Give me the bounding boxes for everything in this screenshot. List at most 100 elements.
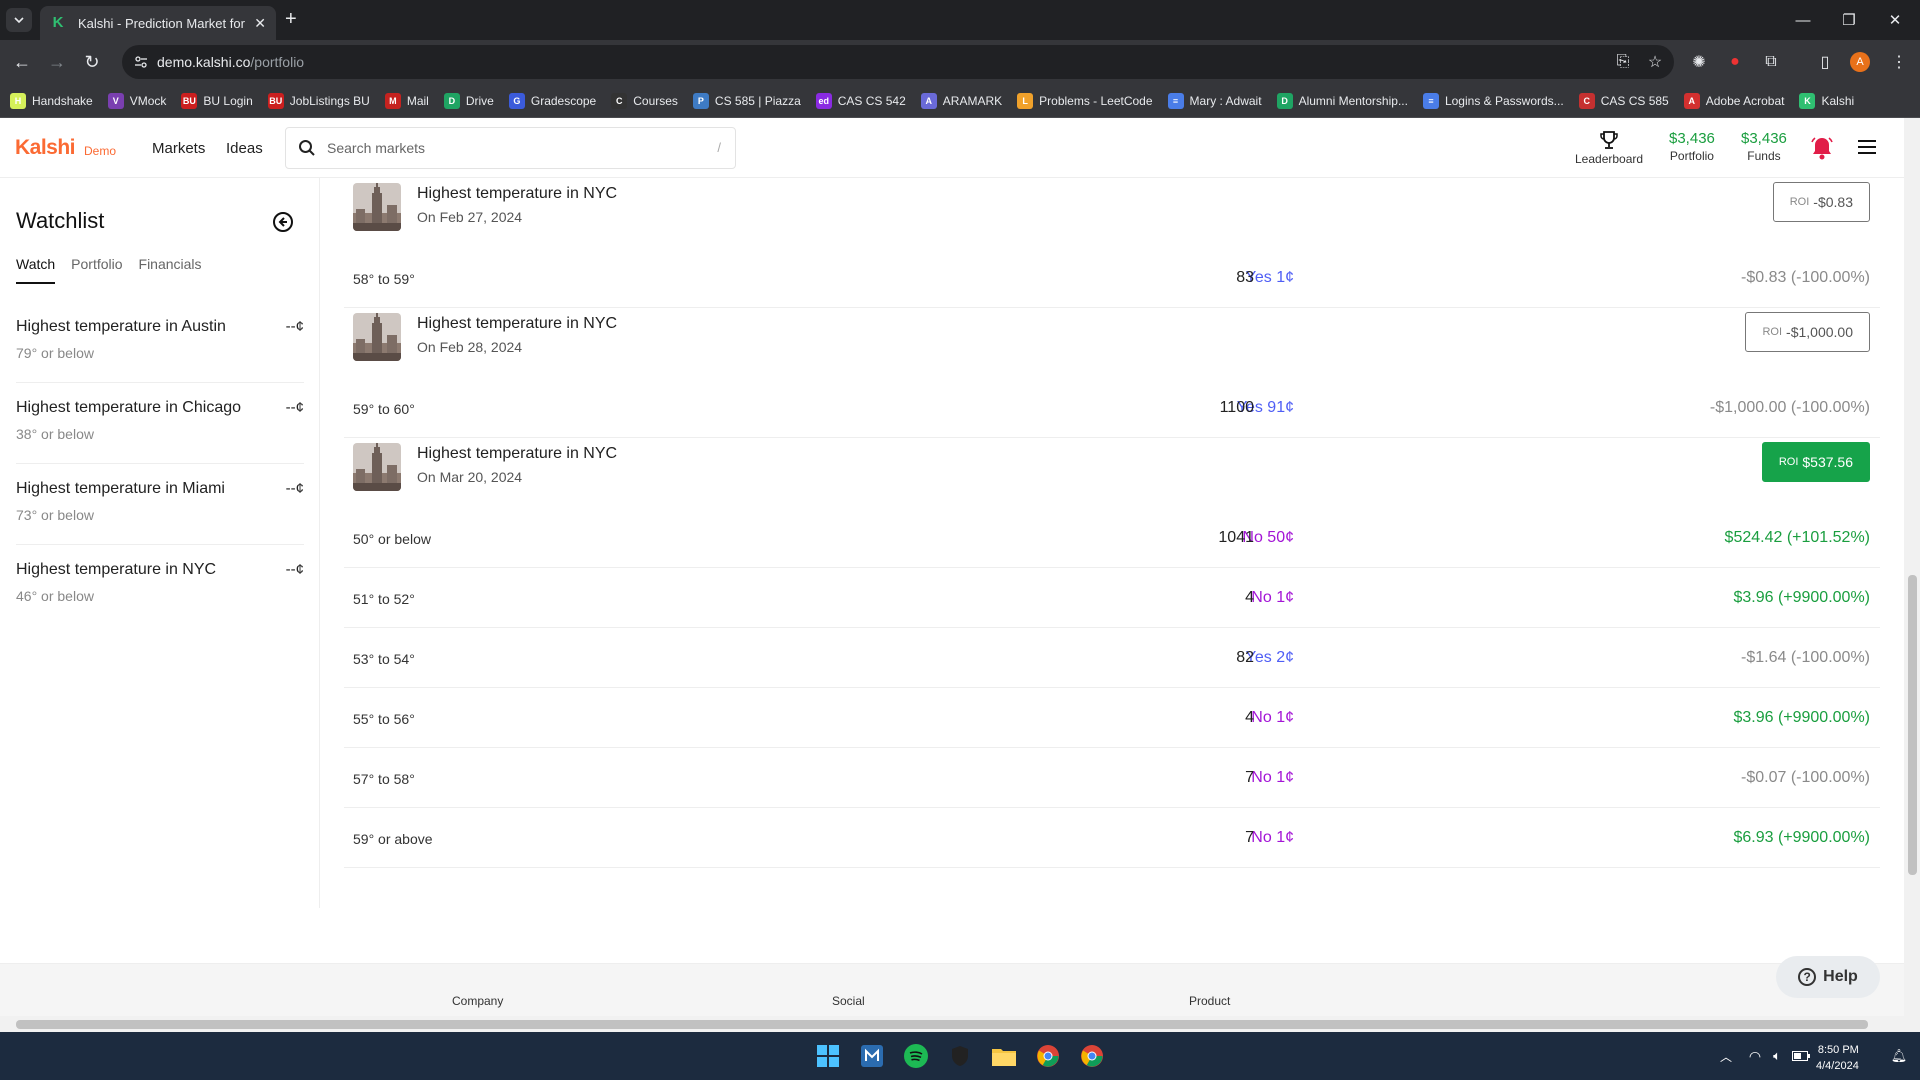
market-header[interactable]: Highest temperature in NYC On Feb 28, 202… xyxy=(344,308,1880,378)
back-icon[interactable]: ← xyxy=(10,50,34,74)
help-button[interactable]: ? Help xyxy=(1776,956,1880,998)
install-app-icon[interactable]: ⎘ xyxy=(1612,51,1634,73)
contract-quantity: 1100 xyxy=(1219,399,1254,416)
bookmark-item[interactable]: A ARAMARK xyxy=(920,92,1002,109)
market-date: On Feb 27, 2024 xyxy=(417,209,523,225)
chevron-up-icon[interactable]: ︿ xyxy=(1713,1043,1739,1069)
spotify-icon[interactable] xyxy=(903,1043,929,1069)
tab-portfolio[interactable]: Portfolio xyxy=(71,256,122,284)
collapse-sidebar-icon[interactable] xyxy=(272,211,294,233)
watchlist-item[interactable]: Highest temperature in NYC 46° or below --… xyxy=(16,545,304,626)
extensions-puzzle-icon[interactable]: ⧉ xyxy=(1760,51,1782,73)
profile-avatar[interactable]: A xyxy=(1850,52,1870,72)
bookmark-item[interactable]: ≡ Logins & Passwords... xyxy=(1422,92,1564,109)
tab-financials[interactable]: Financials xyxy=(139,256,202,284)
tab-watch[interactable]: Watch xyxy=(16,256,56,284)
bookmark-item[interactable]: G Gradescope xyxy=(508,92,597,109)
windows-start-icon[interactable] xyxy=(815,1043,841,1069)
system-clock[interactable]: 8:50 PM 4/4/2024 xyxy=(1816,1042,1859,1074)
chrome-icon[interactable] xyxy=(1035,1043,1061,1069)
side-panel-icon[interactable]: ▯ xyxy=(1814,51,1836,73)
position-row[interactable]: 51° to 52° No 1¢ 4 $3.96 (+9900.00%) xyxy=(344,568,1880,628)
bookmark-item[interactable]: P CS 585 | Piazza xyxy=(692,92,801,109)
position-row[interactable]: 55° to 56° No 1¢ 4 $3.96 (+9900.00%) xyxy=(344,688,1880,748)
position-row[interactable]: 53° to 54° Yes 2¢ 82 -$1.64 (-100.00%) xyxy=(344,628,1880,688)
close-window-icon[interactable]: ✕ xyxy=(1872,0,1918,40)
bookmark-label: Adobe Acrobat xyxy=(1705,93,1785,108)
position-row[interactable]: 59° to 60° Yes 91¢ 1100 -$1,000.00 (-100.00… xyxy=(344,378,1880,438)
notification-bell-icon[interactable] xyxy=(1811,136,1833,160)
bookmark-item[interactable]: A Adobe Acrobat xyxy=(1683,92,1785,109)
battery-icon[interactable] xyxy=(1788,1043,1814,1069)
hamburger-menu-icon[interactable] xyxy=(1858,140,1876,154)
watchlist-item[interactable]: Highest temperature in Miami 73° or below… xyxy=(16,464,304,545)
bookmark-item[interactable]: D Alumni Mentorship... xyxy=(1276,92,1408,109)
contract-quantity: 4 xyxy=(1245,589,1254,606)
bookmark-star-icon[interactable]: ☆ xyxy=(1644,51,1666,73)
bookmark-item[interactable]: C CAS CS 585 xyxy=(1578,92,1669,109)
position-row[interactable]: 50° or below No 50¢ 1041 $524.42 (+101.52%) xyxy=(344,508,1880,568)
reload-icon[interactable]: ↻ xyxy=(80,50,104,74)
contract-quantity: 4 xyxy=(1245,709,1254,726)
bookmark-item[interactable]: ≡ Mary : Adwait xyxy=(1167,92,1262,109)
market-thumbnail xyxy=(353,183,401,231)
leaderboard-link[interactable]: Leaderboard xyxy=(1575,130,1643,166)
bookmark-item[interactable]: C Courses xyxy=(611,92,678,109)
browser-tab-kalshi[interactable]: K Kalshi - Prediction Market for Tr ✕ xyxy=(40,6,276,40)
bookmark-item[interactable]: D Drive xyxy=(443,92,494,109)
restore-icon[interactable]: ❐ xyxy=(1826,0,1872,40)
kalshi-logo[interactable]: Kalshi xyxy=(15,136,76,160)
bookmark-label: Problems - LeetCode xyxy=(1039,93,1153,108)
chrome-profile-icon[interactable] xyxy=(1079,1043,1105,1069)
roi-badge[interactable]: ROI -$1,000.00 xyxy=(1745,312,1870,352)
watchlist-item[interactable]: Highest temperature in Austin 79° or belo… xyxy=(16,302,304,383)
bookmark-label: Gradescope xyxy=(530,93,597,108)
roi-badge[interactable]: ROI -$0.83 xyxy=(1772,182,1870,222)
address-bar[interactable]: demo.kalshi.co/portfolio ⎘ ☆ xyxy=(122,45,1674,79)
position-row[interactable]: 59° or above No 1¢ 7 $6.93 (+9900.00%) xyxy=(344,808,1880,868)
bookmark-item[interactable]: BU BU Login xyxy=(181,92,253,109)
bookmark-item[interactable]: L Problems - LeetCode xyxy=(1017,92,1153,109)
search-box[interactable]: Search markets / xyxy=(285,127,736,169)
shield-app-icon[interactable] xyxy=(947,1043,973,1069)
new-tab-button[interactable]: + xyxy=(285,9,297,29)
bookmark-item[interactable]: M Mail xyxy=(384,92,429,109)
nav-ideas[interactable]: Ideas xyxy=(226,140,263,157)
bookmark-item[interactable]: ed CAS CS 542 xyxy=(815,92,906,109)
forward-icon[interactable]: → xyxy=(45,50,69,74)
vertical-scrollbar[interactable] xyxy=(1904,118,1920,1016)
horizontal-scroll-thumb[interactable] xyxy=(16,1020,1868,1029)
minimize-icon[interactable]: — xyxy=(1780,0,1826,40)
bookmark-item[interactable]: H Handshake xyxy=(10,92,93,109)
bookmark-item[interactable]: V VMock xyxy=(107,92,166,109)
market-thumbnail xyxy=(353,443,401,491)
url-host: demo.kalshi.co xyxy=(157,54,251,70)
bookmark-item[interactable]: K Kalshi xyxy=(1799,92,1854,109)
extension-icon[interactable]: ✺ xyxy=(1688,51,1710,73)
position-row[interactable]: 58° to 59° Yes 1¢ 83 -$0.83 (-100.00%) xyxy=(344,248,1880,308)
market-header[interactable]: Highest temperature in NYC On Mar 20, 202… xyxy=(344,438,1880,508)
bookmark-item[interactable]: BU JobListings BU xyxy=(267,92,370,109)
taskview-app-icon[interactable] xyxy=(859,1043,885,1069)
search-icon xyxy=(299,140,315,156)
vertical-scroll-thumb[interactable] xyxy=(1908,575,1917,875)
tab-search-button[interactable] xyxy=(6,8,32,32)
file-explorer-icon[interactable] xyxy=(991,1043,1017,1069)
chevron-down-icon xyxy=(14,17,24,24)
market-header[interactable]: Highest temperature in NYC On Feb 27, 202… xyxy=(344,178,1880,248)
portfolio-stat[interactable]: $3,436 Portfolio xyxy=(1669,130,1715,163)
site-info-icon[interactable] xyxy=(134,55,148,69)
notification-icon[interactable]: 🔔︎ xyxy=(1886,1043,1912,1069)
browser-menu-icon[interactable]: ⋮ xyxy=(1888,51,1910,73)
volume-icon[interactable]: 🔈︎ xyxy=(1764,1043,1790,1069)
funds-stat[interactable]: $3,436 Funds xyxy=(1741,130,1787,163)
nav-markets[interactable]: Markets xyxy=(152,140,205,157)
browser-toolbar: ← → ↻ demo.kalshi.co/portfolio ⎘ ☆ ✺ ● ⧉… xyxy=(0,40,1920,84)
position-row[interactable]: 57° to 58° No 1¢ 7 -$0.07 (-100.00%) xyxy=(344,748,1880,808)
watchlist-item[interactable]: Highest temperature in Chicago 38° or bel… xyxy=(16,383,304,464)
close-tab-icon[interactable]: ✕ xyxy=(254,15,266,32)
extension-red-icon[interactable]: ● xyxy=(1724,51,1746,73)
bookmark-favicon-icon: M xyxy=(384,92,401,109)
position-return: -$0.83 (-100.00%) xyxy=(1741,269,1870,286)
roi-badge[interactable]: ROI $537.56 xyxy=(1761,442,1870,482)
